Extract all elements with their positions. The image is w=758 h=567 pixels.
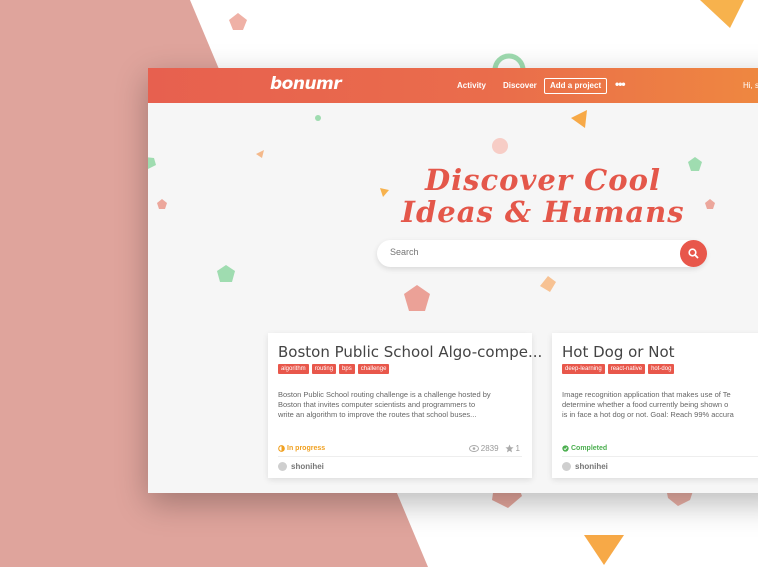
- check-circle-icon: [562, 445, 569, 452]
- star-icon[interactable]: [504, 444, 514, 453]
- status-label: In progress: [287, 445, 326, 452]
- view-count: 2839: [480, 444, 499, 453]
- add-project-button[interactable]: Add a project: [544, 78, 608, 94]
- tag[interactable]: react-native: [607, 364, 646, 374]
- card-title[interactable]: Boston Public School Algo-compe...: [278, 343, 542, 361]
- logo[interactable]: bonumr: [270, 74, 342, 94]
- card-stats: 2839 1: [468, 444, 520, 453]
- more-menu-icon[interactable]: •••: [615, 77, 626, 91]
- hero-line-1: Discover Cool: [425, 163, 661, 197]
- description-line: Boston that invites computer scientists …: [278, 400, 476, 409]
- author-name[interactable]: shonihei: [291, 462, 324, 471]
- tag-list: algorithm routing bps challenge: [278, 364, 390, 374]
- pentagon-decoration: [217, 265, 235, 282]
- search-input[interactable]: [388, 246, 672, 258]
- app-window: bonumr Activity Discover Add a project •…: [148, 68, 758, 493]
- project-card[interactable]: Boston Public School Algo-compe... algor…: [268, 333, 542, 478]
- description-line: write an algorithm to improve the routes…: [278, 410, 477, 419]
- card-author[interactable]: shonihei: [278, 462, 324, 471]
- pentagon-decoration: [157, 199, 167, 209]
- avatar: [562, 462, 571, 471]
- circle-decoration: [492, 138, 508, 154]
- user-greeting[interactable]: Hi, s: [743, 81, 758, 90]
- status-label: Completed: [571, 445, 608, 452]
- description-line: Image recognition application that makes…: [562, 390, 731, 399]
- triangle-decoration: [584, 535, 624, 565]
- hero-title: Discover Cool Ideas & Humans: [398, 164, 688, 228]
- tag[interactable]: deep-learning: [562, 364, 605, 374]
- divider: [278, 456, 522, 457]
- dot-decoration: [315, 115, 321, 121]
- pentagon-decoration: [229, 13, 247, 30]
- status-badge: Completed: [562, 445, 607, 452]
- card-description: Image recognition application that makes…: [562, 390, 758, 420]
- author-name[interactable]: shonihei: [575, 462, 608, 471]
- description-line: is in face a hot dog or not. Goal: Reach…: [562, 410, 734, 419]
- card-author[interactable]: shonihei: [562, 462, 608, 471]
- triangle-decoration: [256, 150, 264, 158]
- description-line: Boston Public School routing challenge i…: [278, 390, 491, 399]
- eye-icon: [468, 445, 479, 452]
- status-badge: In progress: [278, 445, 325, 452]
- triangle-decoration: [571, 110, 587, 128]
- star-count: 1: [515, 444, 520, 453]
- nav-activity[interactable]: Activity: [457, 81, 486, 90]
- tag[interactable]: hot-dog: [648, 364, 675, 374]
- pentagon-decoration: [705, 199, 715, 209]
- pentagon-decoration: [148, 157, 156, 169]
- description-line: determine whether a food currently being…: [562, 400, 729, 409]
- search-bar: [377, 240, 707, 267]
- tag[interactable]: routing: [311, 364, 337, 374]
- search-icon: [688, 248, 699, 259]
- tag[interactable]: algorithm: [278, 364, 309, 374]
- avatar: [278, 462, 287, 471]
- tag-list: deep-learning react-native hot-dog: [562, 364, 675, 374]
- triangle-decoration: [380, 188, 389, 197]
- card-title[interactable]: Hot Dog or Not: [562, 343, 675, 361]
- hero-line-2: Ideas & Humans: [401, 195, 685, 229]
- card-description: Boston Public School routing challenge i…: [278, 390, 523, 420]
- nav-discover[interactable]: Discover: [503, 81, 537, 90]
- square-decoration: [540, 276, 556, 292]
- tag[interactable]: bps: [339, 364, 355, 374]
- search-button[interactable]: [680, 240, 707, 267]
- divider: [562, 456, 758, 457]
- tag[interactable]: challenge: [357, 364, 390, 374]
- pentagon-decoration: [688, 157, 702, 171]
- triangle-decoration: [700, 0, 744, 28]
- ring-decoration: [492, 53, 526, 70]
- top-navbar: bonumr Activity Discover Add a project •…: [148, 68, 758, 103]
- project-card[interactable]: Hot Dog or Not deep-learning react-nativ…: [552, 333, 758, 478]
- half-circle-icon: [278, 445, 285, 452]
- pentagon-decoration: [404, 285, 430, 311]
